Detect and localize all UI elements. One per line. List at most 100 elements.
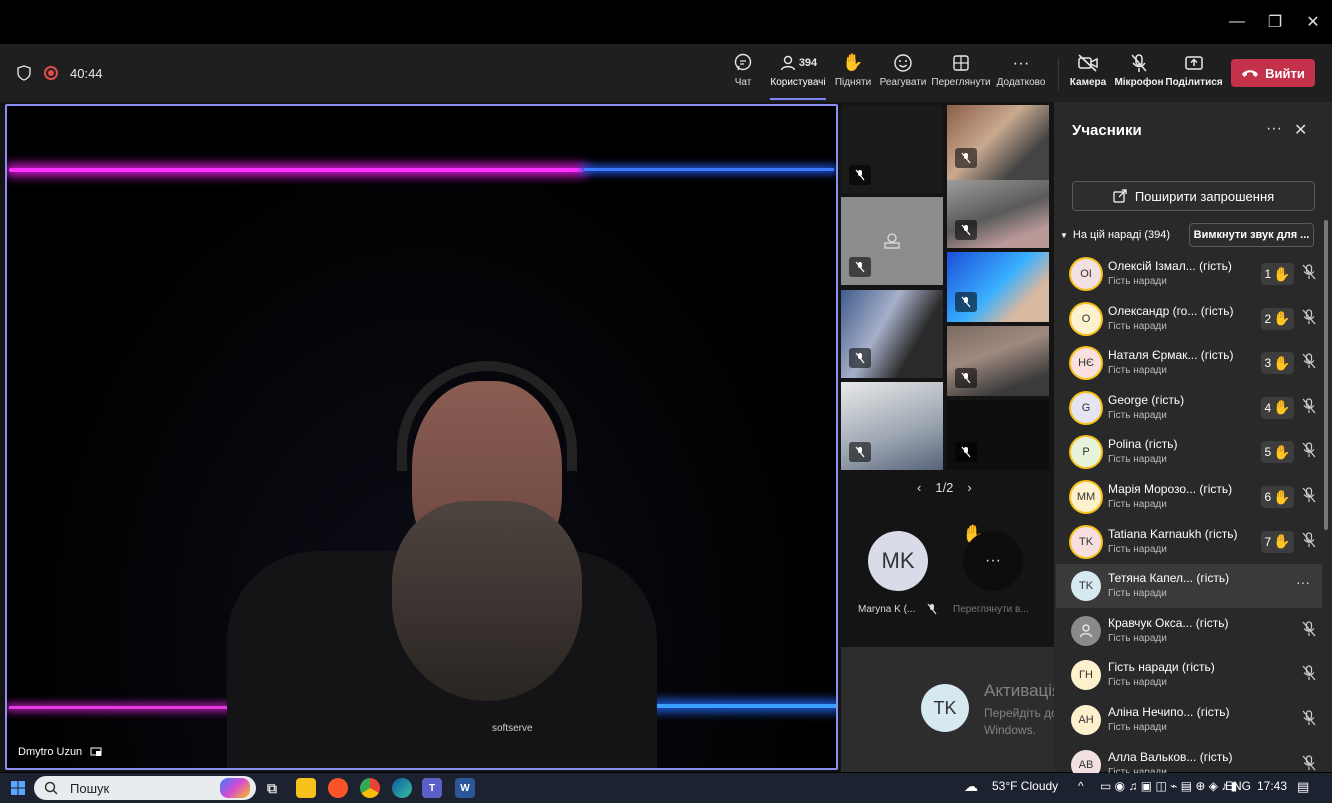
people-count: 394 [798, 57, 818, 69]
participant-role: Гість наради [1108, 722, 1167, 733]
share-icon [1184, 50, 1204, 76]
taskbar-search[interactable]: Пошук [34, 776, 256, 800]
participant-role: Гість наради [1108, 632, 1167, 644]
more-icon[interactable]: ··· [1266, 120, 1282, 138]
overflow-avatar[interactable]: MK [868, 531, 928, 591]
taskbar: Пошук ⧉ T W ☁ 53°F Cloudy ^ ▭ ◉ ♫ ▣ ◫ ⌁ … [0, 773, 1332, 803]
participant-name: Аліна Нечипо... (гість) [1108, 705, 1230, 719]
mic-off-icon[interactable] [1302, 442, 1318, 460]
participant-tile[interactable] [947, 252, 1049, 322]
mic-off-icon [1130, 50, 1148, 76]
share-icon [1113, 189, 1127, 203]
participant-row[interactable]: АН Аліна Нечипо... (гість) Гість наради [1056, 698, 1322, 742]
participant-row[interactable]: MM Марія Морозо... (гість) Гість наради 6 ✋ [1056, 475, 1322, 519]
participant-row[interactable]: G George (гість) Гість наради 4 ✋ [1056, 386, 1322, 430]
leave-button[interactable]: Вийти [1231, 59, 1315, 87]
mic-off-icon[interactable] [1302, 710, 1318, 728]
mic-off-icon[interactable] [1302, 531, 1318, 550]
participant-name: Polina (гість) [1108, 437, 1178, 452]
weather-text[interactable]: 53°F Cloudy [992, 779, 1058, 793]
caret-down-icon: ▼ [1060, 230, 1068, 240]
participant-avatar: OI [1071, 259, 1101, 289]
chrome-icon[interactable] [360, 778, 380, 798]
people-button[interactable]: 394 Користувачі [770, 50, 826, 100]
mic-off-icon[interactable] [1302, 487, 1318, 505]
mic-off-icon [955, 220, 977, 240]
clock[interactable]: 17:43 [1257, 779, 1287, 793]
minimize-icon[interactable]: — [1222, 8, 1252, 36]
share-invite-button[interactable]: Поширити запрошення [1072, 181, 1315, 211]
raised-hand-icon: ✋ [1273, 310, 1291, 327]
speaker-figure: softserve [207, 361, 667, 768]
participant-tile[interactable] [841, 197, 943, 285]
chevron-left-icon[interactable]: ‹ [917, 480, 921, 495]
camera-button[interactable]: Камера [1069, 50, 1107, 98]
mic-off-icon[interactable] [1302, 398, 1318, 416]
grid-icon [952, 50, 970, 76]
copilot-icon[interactable] [220, 778, 250, 798]
participant-avatar: ГН [1071, 660, 1101, 691]
mic-off-icon[interactable] [1302, 353, 1318, 371]
mic-off-icon[interactable] [1302, 621, 1318, 639]
participant-tile[interactable] [947, 180, 1049, 248]
share-button[interactable]: Поділитися [1165, 50, 1223, 98]
participants-panel: Учасники ··· ✕ Поширити запрошення ▼ На … [1054, 102, 1332, 780]
close-icon[interactable]: ✕ [1294, 120, 1307, 140]
participant-row[interactable]: НЄ Наталя Єрмак... (гість) Гість наради 3 ✋ [1056, 341, 1322, 385]
react-button[interactable]: Реагувати [879, 50, 927, 98]
raised-hand-badge: 1 ✋ [1261, 263, 1294, 285]
participant-tile[interactable] [841, 290, 943, 378]
close-window-icon[interactable]: ✕ [1298, 8, 1328, 36]
participant-row[interactable]: TK Тетяна Капел... (гість) Гість наради ··· [1056, 564, 1322, 609]
brave-browser-icon[interactable] [328, 778, 348, 798]
speaker-video[interactable]: softserve Dmytro Uzun [5, 104, 838, 770]
mic-off-icon[interactable] [1302, 665, 1318, 683]
chevron-up-icon[interactable]: ^ [1078, 779, 1084, 793]
mic-off-icon [927, 603, 937, 615]
more-icon: ··· [1012, 53, 1030, 72]
participant-name: Алла Вальков... (гість) [1108, 749, 1233, 764]
file-explorer-icon[interactable] [296, 778, 316, 798]
participant-tile[interactable] [947, 326, 1049, 396]
participant-row[interactable]: O Олександр (го... (гість) Гість наради 2 ✋ [1056, 297, 1322, 341]
keyboard-language[interactable]: ENG [1225, 779, 1251, 793]
windows-start-icon[interactable] [8, 778, 28, 798]
participant-name: Гість наради (гість) [1108, 660, 1215, 675]
search-icon [44, 781, 58, 795]
teams-icon[interactable]: T [422, 778, 442, 798]
tray-icons[interactable]: ▭ ◉ ♫ ▣ ◫ ⌁ ▤ ⊕ ◈ ♪ ▮ [1100, 779, 1237, 793]
mic-off-icon[interactable] [1302, 308, 1318, 327]
participant-avatar: MM [1071, 482, 1101, 512]
participant-tile[interactable] [841, 105, 943, 193]
speaker-name-tag: Dmytro Uzun [18, 746, 102, 758]
overflow-avatar-name: Maryna K (... [858, 604, 916, 615]
raise-hand-button[interactable]: ✋ Підняти [834, 50, 872, 98]
mic-button[interactable]: Мікрофон [1114, 50, 1164, 98]
participant-row[interactable]: OI Олексій Ізмал... (гість) Гість наради 1 ✋ [1056, 252, 1322, 296]
participant-row[interactable]: P Polina (гість) Гість наради 5 ✋ [1056, 430, 1322, 474]
mute-all-button[interactable]: Вимкнути звук для ... [1189, 223, 1314, 247]
participant-tile[interactable] [841, 382, 943, 470]
participant-tile[interactable] [947, 400, 1049, 470]
participant-role: Гість наради [1108, 677, 1167, 689]
restore-icon[interactable]: ❐ [1260, 8, 1290, 36]
chat-button[interactable]: Чат [728, 50, 758, 98]
participant-role: Гість наради [1108, 588, 1167, 600]
mic-off-icon[interactable] [1302, 264, 1318, 282]
notification-icon[interactable]: ▤ [1297, 779, 1309, 795]
view-more-button[interactable]: ··· [963, 531, 1023, 591]
mic-off-icon[interactable] [1302, 754, 1318, 773]
person-icon [1079, 624, 1093, 638]
task-view-icon[interactable]: ⧉ [262, 778, 282, 798]
panel-scrollbar[interactable] [1324, 220, 1328, 530]
word-icon[interactable]: W [455, 778, 475, 798]
view-button[interactable]: Переглянути [931, 50, 991, 98]
more-icon[interactable]: ··· [1296, 574, 1310, 590]
mic-off-icon [849, 165, 871, 185]
participant-row[interactable]: ГН Гість наради (гість) Гість наради [1056, 653, 1322, 697]
participant-row[interactable]: Кравчук Окса... (гість) Гість наради [1056, 609, 1322, 653]
edge-icon[interactable] [392, 778, 412, 798]
chevron-right-icon[interactable]: › [967, 480, 971, 495]
more-button[interactable]: ··· Додатково [996, 50, 1046, 98]
participant-row[interactable]: TK Tatiana Karnaukh (гість) Гість наради 7 ✋ [1056, 520, 1322, 564]
